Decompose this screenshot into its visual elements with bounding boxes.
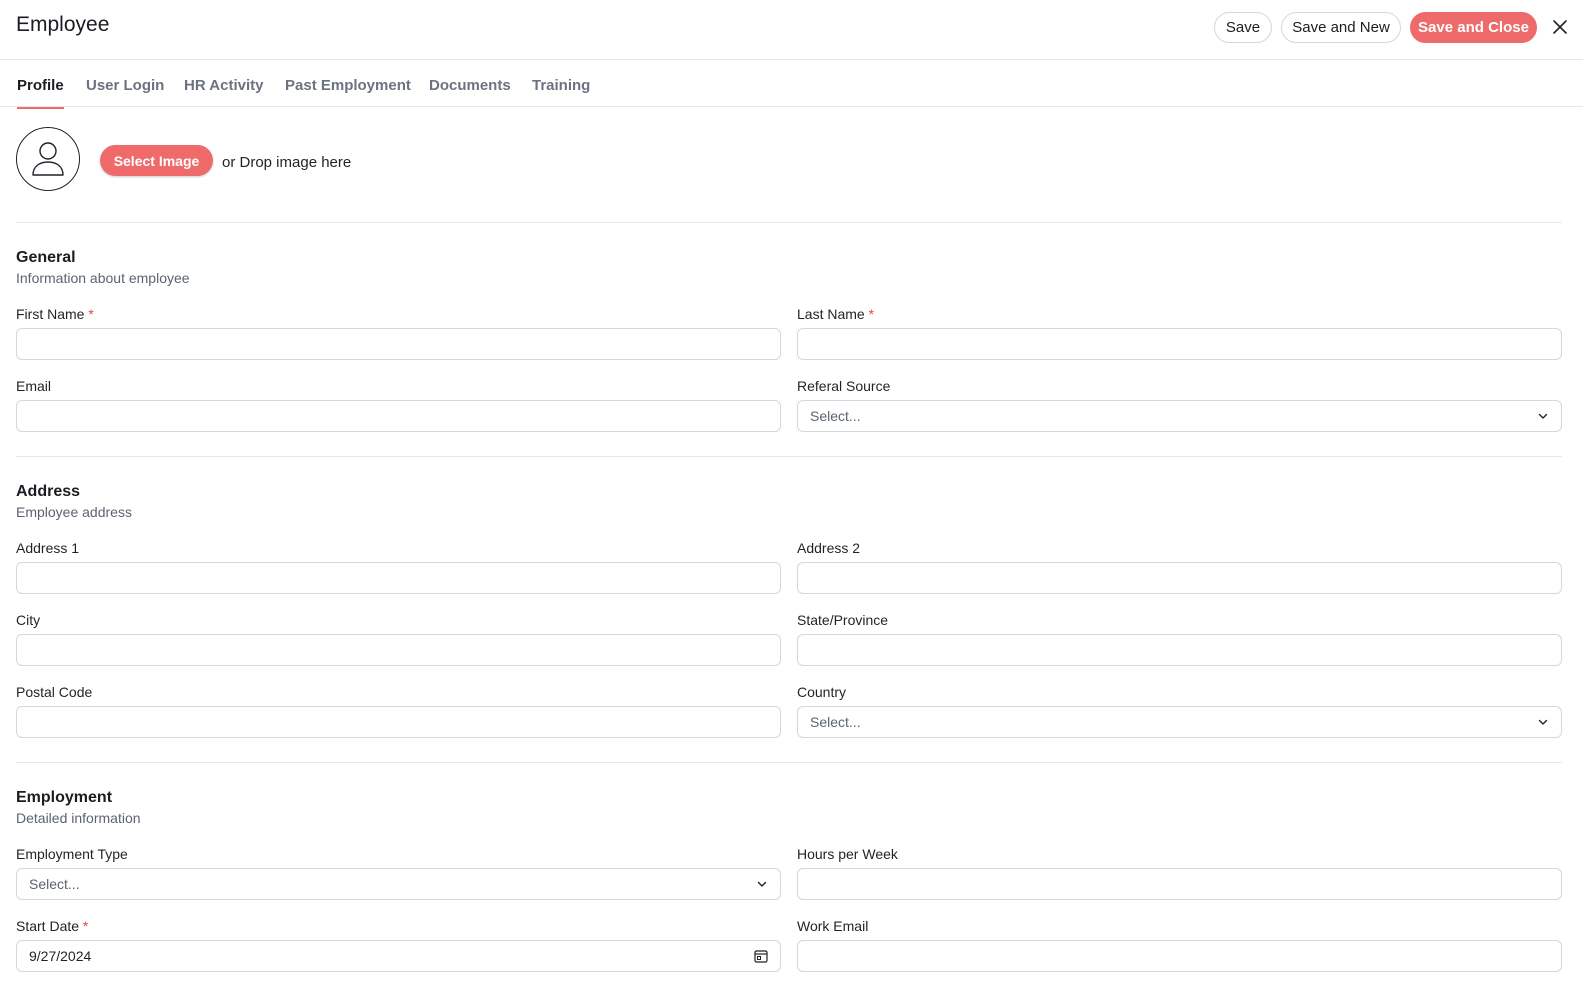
section-subtitle-general: Information about employee [16, 270, 190, 286]
tab-training[interactable]: Training [532, 77, 590, 107]
start-date-label: Start Date * [16, 918, 89, 934]
employment-type-select[interactable]: Select... [16, 868, 781, 900]
divider [16, 222, 1562, 223]
select-placeholder: Select... [29, 876, 80, 892]
section-title-employment: Employment [16, 789, 113, 806]
required-marker: * [82, 918, 89, 934]
postal-code-label: Postal Code [16, 684, 93, 700]
hours-per-week-label: Hours per Week [797, 846, 898, 862]
select-placeholder: Select... [810, 714, 861, 730]
referral-source-label: Referal Source [797, 378, 891, 394]
section-subtitle-address: Employee address [16, 504, 132, 520]
tab-past-employment[interactable]: Past Employment [285, 77, 411, 107]
user-icon [32, 142, 64, 176]
chevron-down-icon [1538, 719, 1548, 725]
required-marker: * [868, 306, 875, 322]
last-name-label: Last Name * [797, 306, 875, 322]
email-label: Email [16, 378, 52, 394]
section-title-address: Address [16, 483, 81, 500]
tab-user-login[interactable]: User Login [86, 77, 164, 107]
required-marker: * [88, 306, 94, 322]
close-icon[interactable] [1550, 17, 1570, 37]
tab-documents[interactable]: Documents [429, 77, 511, 107]
address2-field[interactable] [797, 562, 1562, 594]
start-date-value: 9/27/2024 [29, 948, 92, 964]
work-email-field[interactable] [797, 940, 1562, 972]
referral-source-select[interactable]: Select... [797, 400, 1562, 432]
divider [16, 456, 1562, 457]
tab-hr-activity[interactable]: HR Activity [184, 77, 263, 107]
country-label: Country [797, 684, 847, 700]
last-name-field[interactable] [797, 328, 1562, 360]
hours-per-week-field[interactable] [797, 868, 1562, 900]
employment-type-label: Employment Type [16, 846, 128, 862]
tab-profile[interactable]: Profile [17, 77, 64, 109]
address1-label: Address 1 [16, 540, 80, 556]
save-and-close-button[interactable]: Save and Close [1410, 12, 1537, 43]
save-and-new-button[interactable]: Save and New [1281, 12, 1401, 43]
state-field[interactable] [797, 634, 1562, 666]
start-date-field[interactable]: 9/27/2024 [16, 940, 781, 972]
tab-bar: Profile User Login HR Activity Past Empl… [0, 60, 1583, 109]
divider [16, 762, 1562, 763]
address1-field[interactable] [16, 562, 781, 594]
postal-code-field[interactable] [16, 706, 781, 738]
select-placeholder: Select... [810, 408, 861, 424]
page-title: Employee [16, 13, 110, 36]
chevron-down-icon [757, 881, 767, 887]
city-label: City [16, 612, 41, 628]
first-name-label: First Name * [16, 306, 94, 322]
chevron-down-icon [1538, 413, 1548, 419]
section-subtitle-employment: Detailed information [16, 810, 141, 826]
address2-label: Address 2 [797, 540, 861, 556]
select-image-button[interactable]: Select Image [100, 145, 213, 176]
calendar-icon[interactable] [754, 949, 768, 963]
first-name-field[interactable] [16, 328, 781, 360]
city-field[interactable] [16, 634, 781, 666]
email-field[interactable] [16, 400, 781, 432]
avatar [16, 127, 80, 191]
drop-image-hint: or Drop image here [222, 154, 352, 171]
country-select[interactable]: Select... [797, 706, 1562, 738]
save-button[interactable]: Save [1214, 12, 1272, 43]
work-email-label: Work Email [797, 918, 869, 934]
header-bar: Employee Save Save and New Save and Clos… [0, 0, 1583, 60]
state-label: State/Province [797, 612, 889, 628]
section-title-general: General [16, 249, 76, 266]
